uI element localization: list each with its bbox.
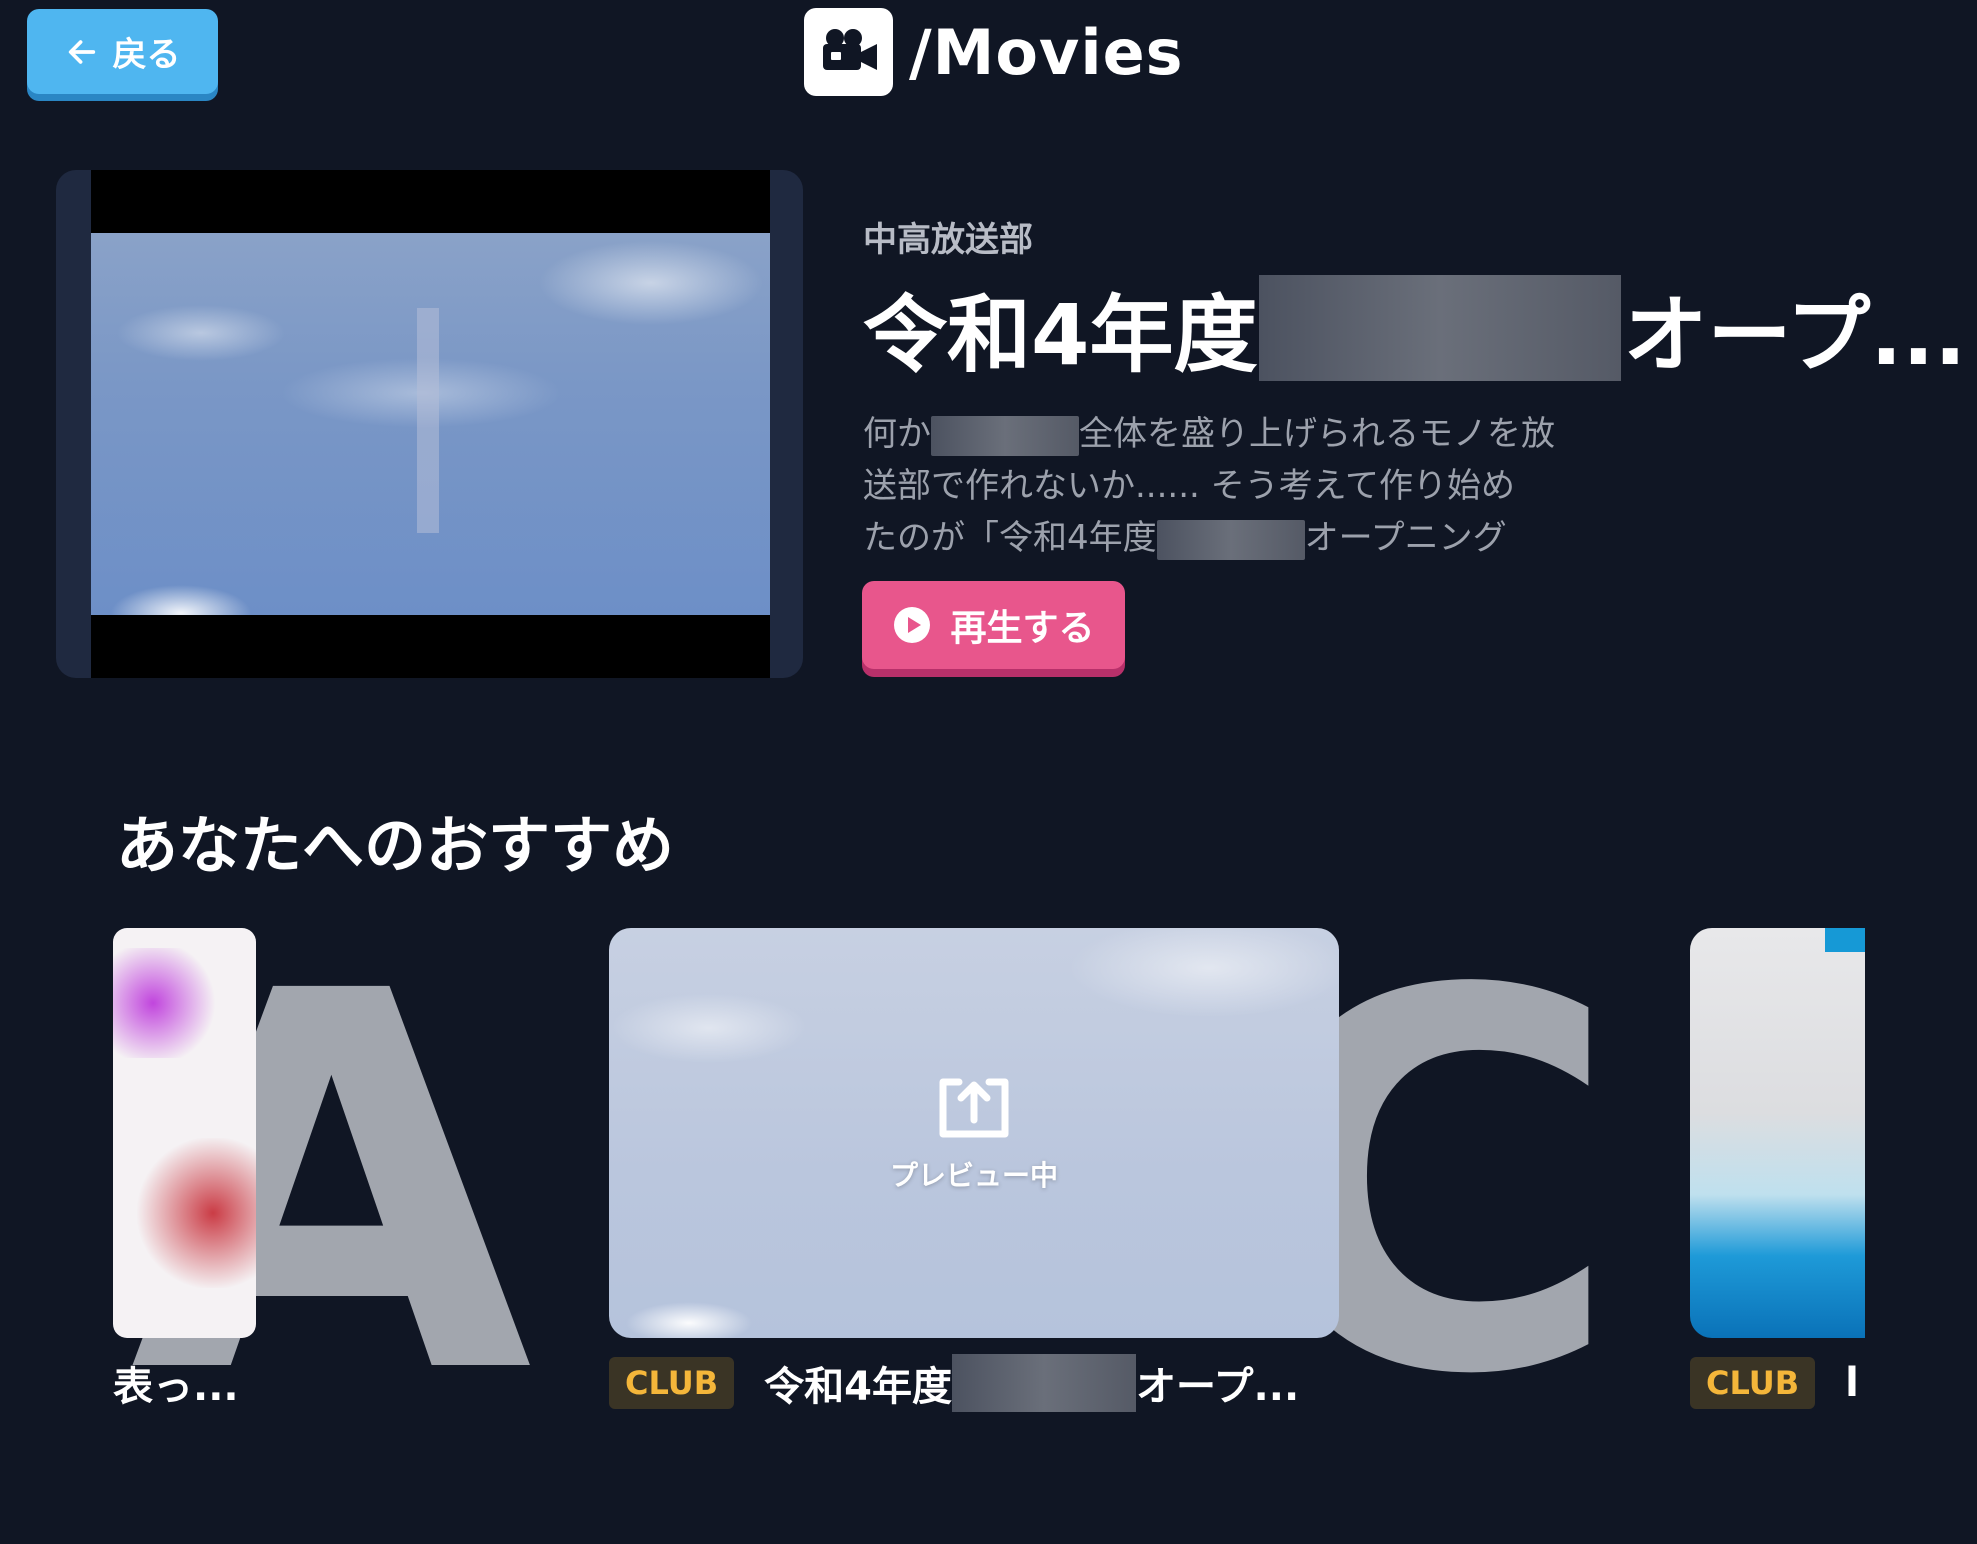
club-badge: CLUB	[1690, 1357, 1816, 1409]
redacted-block	[931, 415, 1079, 456]
share-upload-icon	[939, 1078, 1009, 1138]
preview-label: プレビュー中	[889, 1159, 1058, 1192]
recommendation-card-right[interactable]	[1690, 928, 1865, 1338]
movie-camera-icon	[804, 8, 893, 96]
play-button[interactable]: 再生する	[862, 581, 1125, 669]
arrow-left-icon	[68, 39, 95, 64]
page-title: /Movies	[909, 15, 1184, 89]
card-center-caption-suffix: オープ...	[1135, 1364, 1300, 1410]
redacted-block	[1259, 275, 1622, 381]
redacted-block	[951, 1354, 1136, 1412]
hero-title-suffix: オープ...	[1623, 285, 1967, 384]
hero-desc-line-3: たのが「令和4年度 オープニング	[863, 512, 1603, 564]
card-center-caption: CLUB 令和4年度 オープ...	[609, 1354, 1300, 1412]
recommendation-card-center[interactable]: プレビュー中	[609, 928, 1339, 1338]
play-button-label: 再生する	[950, 608, 1095, 649]
preview-overlay: プレビュー中	[609, 928, 1339, 1338]
page-header: /Movies	[804, 8, 1184, 96]
hero-video-thumbnail	[91, 233, 770, 615]
back-button[interactable]: 戻る	[27, 9, 218, 94]
hero-desc-line-1-after: 全体を盛り上げられるモノを放	[1079, 414, 1555, 454]
hero-desc-line-3-before: たのが「令和4年度	[863, 518, 1157, 558]
club-badge: CLUB	[609, 1357, 735, 1409]
thumbnail-vertical-text-redaction	[417, 308, 439, 533]
card-left-caption: 表っ...	[113, 1364, 239, 1410]
card-right-caption-text: l	[1845, 1360, 1859, 1406]
hero-video-player[interactable]	[91, 170, 770, 678]
hero-desc-line-1-before: 何か	[863, 414, 931, 454]
hero-desc-line-1: 何か 全体を盛り上げられるモノを放	[863, 408, 1603, 460]
back-button-label: 戻る	[112, 35, 181, 75]
card-right-caption: CLUB l	[1690, 1356, 1859, 1410]
hero-description: 何か 全体を盛り上げられるモノを放 送部で作れないか...... そう考えて作り始…	[863, 408, 1603, 564]
hero-title-prefix: 令和4年度	[863, 285, 1258, 384]
thumbnail-corner	[1825, 928, 1865, 952]
hero-desc-line-3-after: オープニング	[1304, 518, 1507, 558]
thumbnail-blur-purple	[113, 948, 223, 1058]
hero-club-name: 中高放送部	[863, 220, 1033, 260]
play-circle-icon	[894, 607, 931, 643]
recommendation-card-left[interactable]	[113, 928, 256, 1338]
redacted-block	[1156, 519, 1305, 560]
recommendations-heading: あなたへのおすすめ	[116, 809, 675, 882]
thumbnail-blur-red	[133, 1138, 256, 1288]
movies-page: 戻る /Movies 中高放送部 令和4年度 オープ... 何か 全体を盛り上げら…	[0, 0, 1977, 1544]
hero-title: 令和4年度 オープ...	[863, 275, 1966, 384]
card-center-caption-prefix: 令和4年度	[764, 1364, 952, 1410]
hero-desc-line-2: 送部で作れないか...... そう考えて作り始め	[863, 466, 1515, 506]
